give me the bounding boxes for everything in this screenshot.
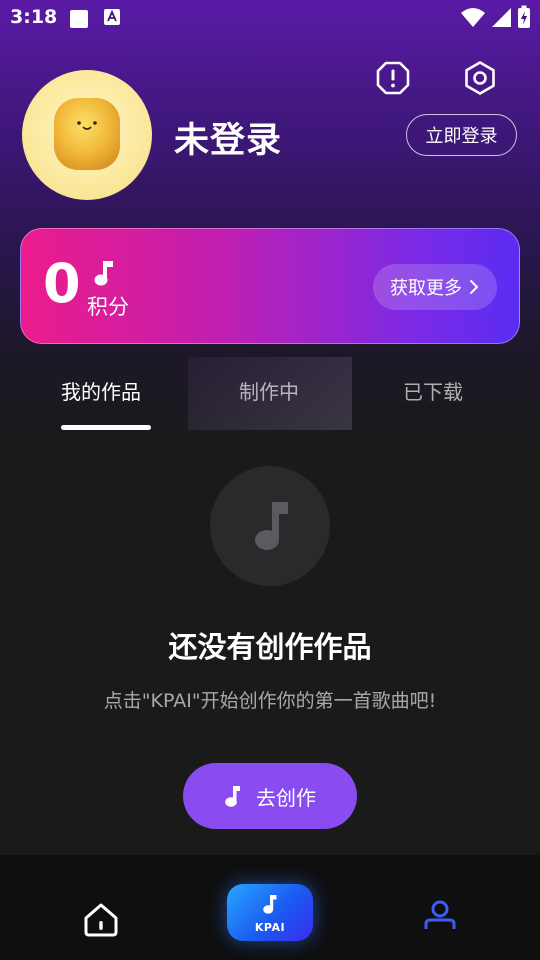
points-label: 积分 — [87, 295, 129, 319]
alert-icon[interactable] — [375, 60, 411, 96]
music-note-icon — [94, 261, 113, 286]
kpai-button[interactable]: KPAI — [227, 884, 313, 941]
status-bar: 3:18 — [0, 0, 540, 36]
music-note-icon — [225, 786, 240, 807]
battery-charging-icon — [518, 5, 530, 28]
home-icon[interactable] — [82, 901, 120, 939]
keyboard-icon — [104, 9, 120, 25]
tab-downloaded[interactable]: 已下载 — [403, 376, 463, 405]
notification-square-icon — [70, 10, 88, 28]
music-note-icon — [263, 895, 277, 914]
get-more-label: 获取更多 — [390, 278, 462, 299]
wifi-icon — [461, 8, 485, 27]
tab-active-indicator — [61, 425, 151, 430]
music-note-icon — [255, 502, 288, 550]
settings-icon[interactable] — [462, 60, 498, 96]
create-button-label: 去创作 — [256, 785, 316, 810]
get-more-button[interactable]: 获取更多 — [373, 264, 497, 310]
tab-my-works[interactable]: 我的作品 — [61, 376, 141, 405]
username: 未登录 — [174, 121, 283, 161]
bottom-nav: KPAI — [0, 855, 540, 960]
empty-state-title: 还没有创作作品 — [168, 630, 372, 664]
tab-in-progress[interactable]: 制作中 — [239, 376, 299, 405]
profile-icon[interactable] — [423, 899, 457, 933]
points-value: 0 — [43, 252, 81, 315]
create-button[interactable]: 去创作 — [183, 763, 357, 829]
avatar-mascot-icon — [54, 98, 120, 170]
empty-state-icon-circle — [210, 466, 330, 586]
chevron-right-icon — [470, 280, 478, 294]
points-card: 0 积分 获取更多 — [20, 228, 520, 344]
status-time: 3:18 — [10, 6, 58, 28]
signal-icon — [492, 8, 511, 27]
login-button[interactable]: 立即登录 — [406, 114, 517, 156]
kpai-label: KPAI — [254, 921, 286, 934]
empty-state-description: 点击"KPAI"开始创作你的第一首歌曲吧! — [103, 690, 437, 712]
avatar[interactable] — [22, 70, 152, 200]
